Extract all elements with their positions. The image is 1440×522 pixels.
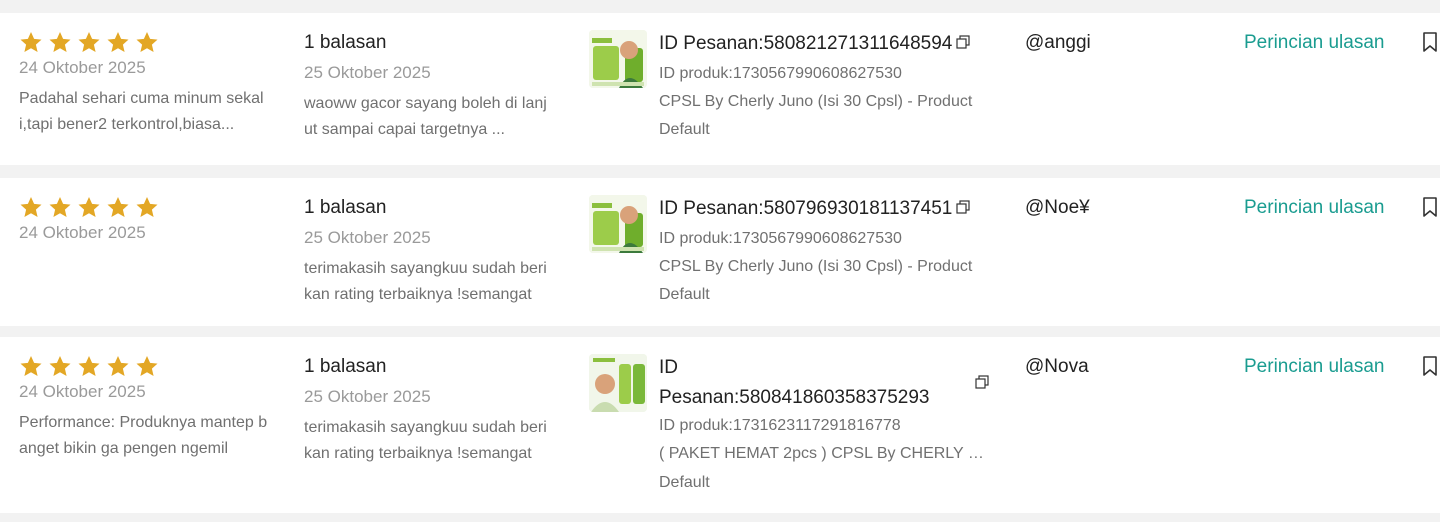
order-id-number: Pesanan:580841860358375293	[659, 387, 930, 408]
copy-icon[interactable]	[975, 375, 989, 394]
reply-text: waoww gacor sayang boleh di lanjut sampa…	[304, 95, 547, 138]
review-date: 24 Oktober 2025	[19, 223, 146, 242]
order-id: ID Pesanan:580821271311648594	[659, 32, 970, 56]
order-id-text: ID	[659, 357, 678, 378]
star-icon	[48, 196, 72, 219]
star-icon	[106, 355, 130, 378]
reviewer-username: @anggi	[1025, 32, 1091, 53]
order-id: ID Pesanan:580796930181137451	[659, 197, 970, 221]
rating-stars	[19, 355, 159, 378]
product-thumbnail[interactable]	[589, 354, 647, 412]
product-thumbnail[interactable]	[589, 30, 647, 88]
rating-stars	[19, 31, 159, 54]
review-list: 24 Oktober 2025 Padahal sehari cuma minu…	[0, 0, 1440, 522]
bookmark-icon[interactable]	[1422, 197, 1438, 222]
star-icon	[135, 355, 159, 378]
reply-date: 25 Oktober 2025	[304, 63, 431, 82]
product-thumbnail[interactable]	[589, 195, 647, 253]
product-id: ID produk:1730567990608627530	[659, 230, 902, 247]
order-id-text: ID Pesanan:580796930181137451	[659, 198, 953, 220]
review-detail-link[interactable]: Perincian ulasan	[1244, 197, 1384, 219]
reply-count[interactable]: 1 balasan	[304, 356, 386, 378]
review-row: 24 Oktober 2025 Padahal sehari cuma minu…	[0, 13, 1440, 165]
star-icon	[19, 355, 43, 378]
product-variant: Default	[659, 474, 710, 491]
product-variant: Default	[659, 286, 710, 303]
reply-count[interactable]: 1 balasan	[304, 32, 386, 54]
star-icon	[48, 355, 72, 378]
review-row: 24 Oktober 2025 1 balasan 25 Oktober 202…	[0, 178, 1440, 326]
bookmark-icon[interactable]	[1422, 356, 1438, 381]
star-icon	[77, 196, 101, 219]
star-icon	[77, 355, 101, 378]
review-detail-link[interactable]: Perincian ulasan	[1244, 356, 1384, 378]
reply-date: 25 Oktober 2025	[304, 228, 431, 247]
product-name: CPSL By Cherly Juno (Isi 30 Cpsl) - Prod…	[659, 93, 973, 110]
review-date: 24 Oktober 2025	[19, 382, 146, 401]
star-icon	[19, 31, 43, 54]
reply-date: 25 Oktober 2025	[304, 387, 431, 406]
product-name: ( PAKET HEMAT 2pcs ) CPSL By CHERLY JUNO	[659, 445, 989, 462]
review-text: Padahal sehari cuma minum sekali,tapi be…	[19, 90, 264, 133]
star-icon	[19, 196, 43, 219]
star-icon	[106, 31, 130, 54]
order-id-text: ID Pesanan:580821271311648594	[659, 33, 953, 55]
reviewer-username: @Noe¥	[1025, 197, 1090, 218]
star-icon	[135, 31, 159, 54]
review-text: Performance: Produknya mantep banget bik…	[19, 414, 268, 457]
product-id: ID produk:1731623117291816778	[659, 417, 901, 434]
product-variant: Default	[659, 121, 710, 138]
review-detail-link[interactable]: Perincian ulasan	[1244, 32, 1384, 54]
copy-icon[interactable]	[956, 32, 970, 56]
star-icon	[48, 31, 72, 54]
reply-text: terimakasih sayangkuu sudah berikan rati…	[304, 260, 547, 303]
star-icon	[77, 31, 101, 54]
review-row: 24 Oktober 2025 Performance: Produknya m…	[0, 337, 1440, 513]
order-id: ID Pesanan:580841860358375293	[659, 356, 930, 410]
reply-text: terimakasih sayangkuu sudah berikan rati…	[304, 419, 547, 462]
star-icon	[135, 196, 159, 219]
product-name: CPSL By Cherly Juno (Isi 30 Cpsl) - Prod…	[659, 258, 973, 275]
bookmark-icon[interactable]	[1422, 32, 1438, 57]
review-date: 24 Oktober 2025	[19, 58, 146, 77]
copy-icon[interactable]	[956, 197, 970, 221]
star-icon	[106, 196, 130, 219]
product-id: ID produk:1730567990608627530	[659, 65, 902, 82]
reply-count[interactable]: 1 balasan	[304, 197, 386, 219]
rating-stars	[19, 196, 159, 219]
reviewer-username: @Nova	[1025, 356, 1089, 377]
